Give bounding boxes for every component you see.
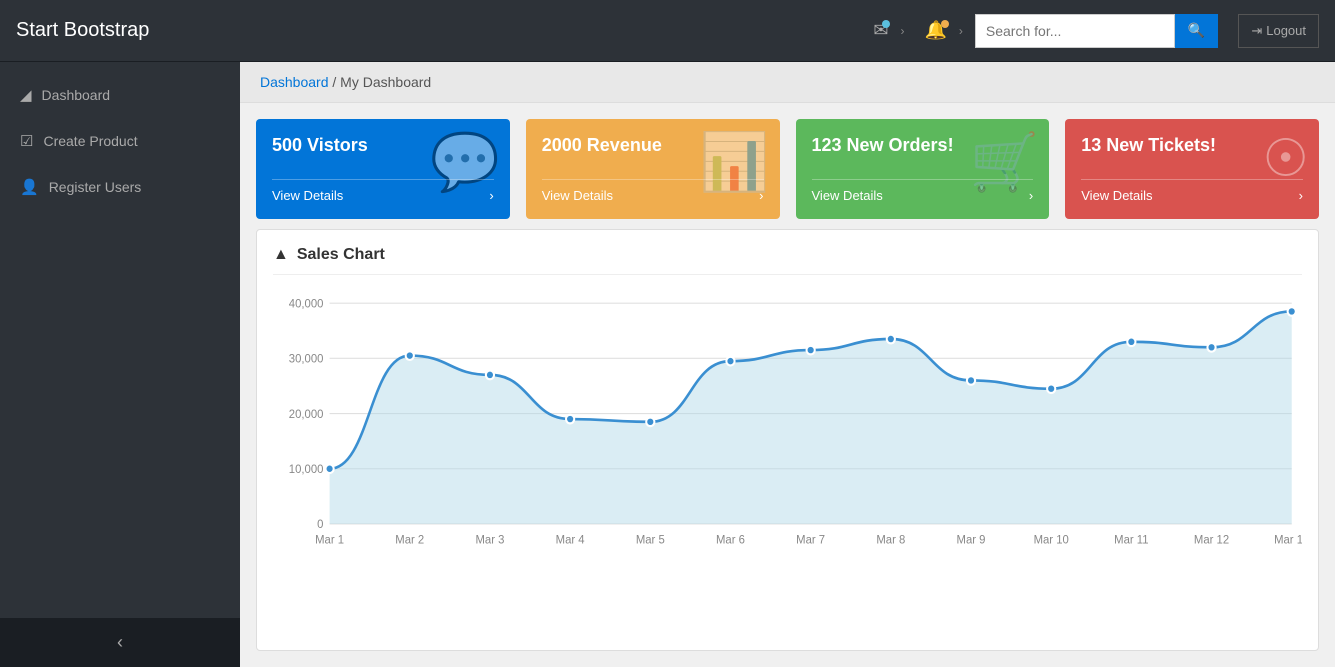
bell-button[interactable]: 🔔: [916, 16, 954, 45]
revenue-chevron-icon: ›: [759, 188, 763, 203]
bell-badge: [941, 20, 949, 28]
svg-text:Mar 8: Mar 8: [876, 534, 905, 546]
svg-text:Mar 11: Mar 11: [1114, 534, 1148, 546]
visitors-chevron-icon: ›: [489, 188, 493, 203]
tickets-view-details: View Details: [1081, 188, 1152, 203]
visitors-view-details: View Details: [272, 188, 343, 203]
orders-view-details: View Details: [812, 188, 883, 203]
tickets-card: 13 New Tickets! ☉ View Details ›: [1065, 119, 1319, 219]
svg-text:10,000: 10,000: [289, 464, 324, 476]
svg-text:Mar 1: Mar 1: [315, 534, 344, 546]
chart-title-text: Sales Chart: [297, 246, 385, 264]
orders-card-footer[interactable]: View Details ›: [812, 179, 1034, 203]
sidebar-item-dashboard[interactable]: ◢ Dashboard: [0, 72, 240, 118]
chart-icon: ▲: [273, 246, 289, 264]
visitors-card: 500 Vistors 💬 View Details ›: [256, 119, 510, 219]
chart-container: 0 10,000 20,000 30,000 40,000 Mar 1 Mar 2 Mar 3…: [273, 287, 1302, 567]
dashboard-icon: ◢: [20, 86, 32, 104]
tickets-card-title: 13 New Tickets!: [1081, 135, 1303, 156]
svg-text:Mar 2: Mar 2: [395, 534, 424, 546]
orders-chevron-icon: ›: [1029, 188, 1033, 203]
sales-chart: 0 10,000 20,000 30,000 40,000 Mar 1 Mar 2 Mar 3…: [273, 287, 1302, 567]
breadcrumb-current: My Dashboard: [340, 74, 431, 90]
sidebar-item-register-users[interactable]: 👤 Register Users: [0, 164, 240, 210]
svg-text:30,000: 30,000: [289, 353, 324, 365]
svg-text:Mar 6: Mar 6: [716, 534, 745, 546]
revenue-card-title: 2000 Revenue: [542, 135, 764, 156]
search-input[interactable]: [975, 14, 1175, 48]
breadcrumb-home[interactable]: Dashboard: [260, 74, 329, 90]
svg-text:Mar 5: Mar 5: [636, 534, 665, 546]
sidebar-item-label: Create Product: [43, 133, 137, 149]
brand-logo: Start Bootstrap: [16, 19, 256, 42]
visitors-card-title: 500 Vistors: [272, 135, 494, 156]
content-area: Dashboard / My Dashboard 500 Vistors 💬 V…: [240, 62, 1335, 667]
svg-text:40,000: 40,000: [289, 298, 324, 310]
sidebar-item-label: Register Users: [49, 179, 142, 195]
svg-text:Mar 13: Mar 13: [1274, 534, 1302, 546]
chart-title: ▲ Sales Chart: [273, 246, 1302, 275]
breadcrumb-separator: /: [332, 74, 340, 90]
mail-badge: [882, 20, 890, 28]
orders-card: 123 New Orders! 🛒 View Details ›: [796, 119, 1050, 219]
navbar-right: ✉ › 🔔 › 🔍 ⇥ Logout: [865, 14, 1319, 48]
svg-text:Mar 3: Mar 3: [475, 534, 504, 546]
svg-text:Mar 7: Mar 7: [796, 534, 825, 546]
tickets-card-footer[interactable]: View Details ›: [1081, 179, 1303, 203]
svg-text:Mar 9: Mar 9: [957, 534, 986, 546]
top-navbar: Start Bootstrap ✉ › 🔔 › 🔍 ⇥ Logout: [0, 0, 1335, 62]
svg-text:Mar 4: Mar 4: [556, 534, 585, 546]
svg-text:Mar 10: Mar 10: [1034, 534, 1069, 546]
mail-button[interactable]: ✉: [865, 16, 896, 45]
main-layout: ◢ Dashboard ☑ Create Product 👤 Register …: [0, 62, 1335, 667]
register-users-icon: 👤: [20, 178, 39, 196]
orders-card-title: 123 New Orders!: [812, 135, 1034, 156]
revenue-view-details: View Details: [542, 188, 613, 203]
logout-button[interactable]: ⇥ Logout: [1238, 14, 1319, 48]
sidebar: ◢ Dashboard ☑ Create Product 👤 Register …: [0, 62, 240, 667]
sidebar-item-create-product[interactable]: ☑ Create Product: [0, 118, 240, 164]
create-product-icon: ☑: [20, 132, 33, 150]
chart-section: ▲ Sales Chart 0 10,000 20,000 30,000 40,000 M…: [256, 229, 1319, 651]
search-form: 🔍: [975, 14, 1218, 48]
bell-chevron-icon: ›: [959, 24, 963, 38]
tickets-chevron-icon: ›: [1299, 188, 1303, 203]
cards-row: 500 Vistors 💬 View Details › 2000 Revenu…: [240, 103, 1335, 229]
svg-text:0: 0: [317, 519, 323, 531]
sidebar-collapse-button[interactable]: ‹: [0, 618, 240, 667]
logout-label: Logout: [1266, 23, 1306, 38]
logout-icon: ⇥: [1251, 23, 1262, 39]
visitors-card-footer[interactable]: View Details ›: [272, 179, 494, 203]
breadcrumb: Dashboard / My Dashboard: [240, 62, 1335, 103]
svg-text:Mar 12: Mar 12: [1194, 534, 1229, 546]
revenue-card: 2000 Revenue 📊 View Details ›: [526, 119, 780, 219]
sidebar-item-label: Dashboard: [42, 87, 111, 103]
svg-text:20,000: 20,000: [289, 409, 324, 421]
collapse-icon: ‹: [117, 632, 123, 652]
mail-chevron-icon: ›: [900, 24, 904, 38]
search-button[interactable]: 🔍: [1175, 14, 1218, 48]
revenue-card-footer[interactable]: View Details ›: [542, 179, 764, 203]
